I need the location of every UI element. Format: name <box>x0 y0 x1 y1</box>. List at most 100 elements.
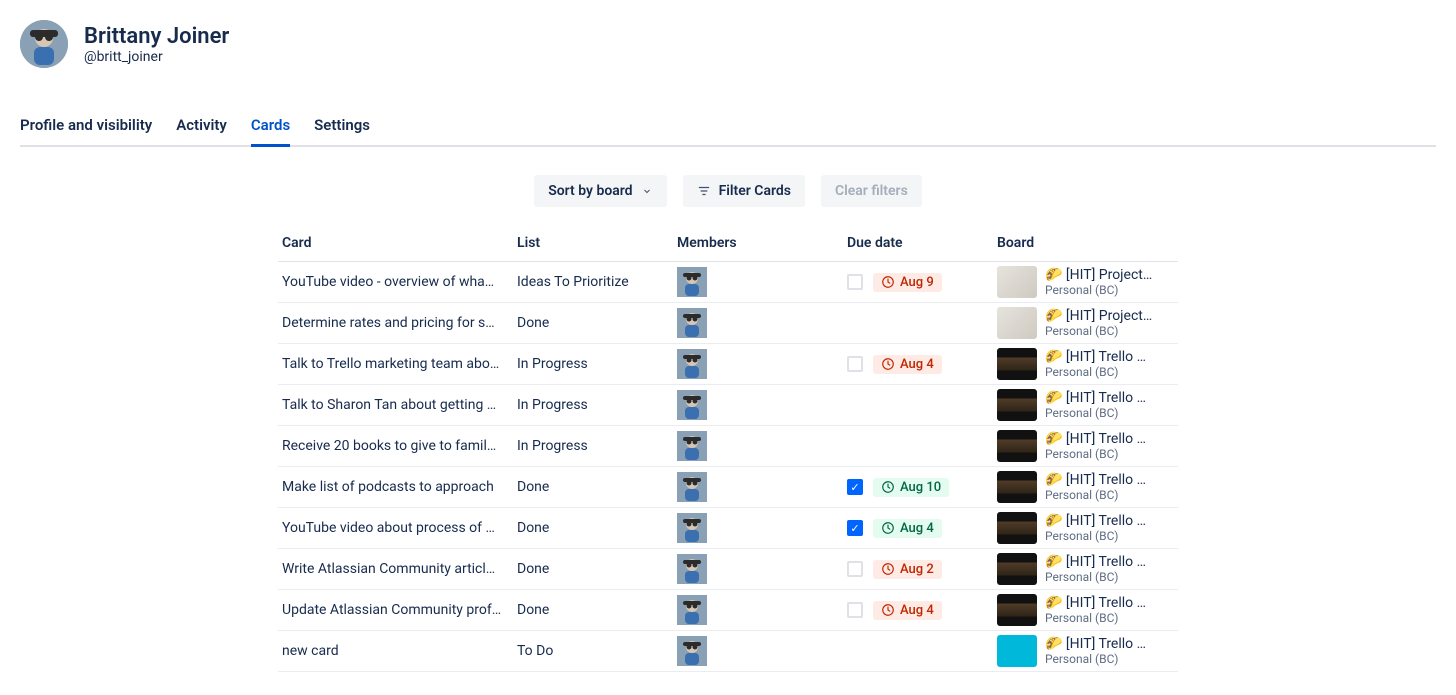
clock-icon <box>881 275 895 289</box>
card-members <box>677 390 847 420</box>
member-avatar[interactable] <box>677 349 707 379</box>
due-badge: Aug 9 <box>873 273 942 292</box>
card-board[interactable]: 🌮 [HIT] Project…Personal (BC) <box>997 266 1182 298</box>
tab-activity[interactable]: Activity <box>176 108 227 147</box>
card-list: In Progress <box>517 438 677 454</box>
card-board[interactable]: 🌮 [HIT] Trello …Personal (BC) <box>997 389 1182 421</box>
card-board[interactable]: 🌮 [HIT] Trello …Personal (BC) <box>997 471 1182 503</box>
card-title: Talk to Trello marketing team abo… <box>282 356 517 372</box>
card-board[interactable]: 🌮 [HIT] Project…Personal (BC) <box>997 307 1182 339</box>
board-name: 🌮 [HIT] Trello … <box>1045 431 1146 447</box>
card-board[interactable]: 🌮 [HIT] Trello …Personal (BC) <box>997 594 1182 626</box>
sort-label: Sort by board <box>548 183 632 199</box>
col-due: Due date <box>847 235 997 251</box>
table-row[interactable]: Write Atlassian Community articl…DoneAug… <box>278 549 1178 590</box>
board-thumbnail <box>997 389 1037 421</box>
card-title: Update Atlassian Community prof… <box>282 602 517 618</box>
avatar-icon <box>20 20 68 68</box>
board-thumbnail <box>997 594 1037 626</box>
board-name: 🌮 [HIT] Trello … <box>1045 595 1146 611</box>
board-workspace: Personal (BC) <box>1045 406 1146 420</box>
card-list: Ideas To Prioritize <box>517 274 677 290</box>
profile-avatar[interactable] <box>20 20 68 68</box>
card-due: ✓ Aug 4 <box>847 519 997 538</box>
card-due: Aug 9 <box>847 273 997 292</box>
table-row[interactable]: Talk to Sharon Tan about getting …In Pro… <box>278 385 1178 426</box>
card-members <box>677 472 847 502</box>
due-badge: Aug 4 <box>873 519 942 538</box>
due-checkbox[interactable]: ✓ <box>847 479 863 495</box>
due-checkbox[interactable] <box>847 356 863 372</box>
due-badge: Aug 10 <box>873 478 949 497</box>
card-due: Aug 2 <box>847 560 997 579</box>
clock-icon <box>881 357 895 371</box>
member-avatar[interactable] <box>677 472 707 502</box>
card-board[interactable]: 🌮 [HIT] Trello …Personal (BC) <box>997 348 1182 380</box>
due-badge: Aug 2 <box>873 560 942 579</box>
table-row[interactable]: Receive 20 books to give to famil…In Pro… <box>278 426 1178 467</box>
cards-table: Card List Members Due date Board YouTube… <box>278 235 1178 672</box>
member-avatar[interactable] <box>677 308 707 338</box>
board-workspace: Personal (BC) <box>1045 324 1152 338</box>
board-name: 🌮 [HIT] Trello … <box>1045 554 1146 570</box>
board-thumbnail <box>997 471 1037 503</box>
card-board[interactable]: 🌮 [HIT] Trello …Personal (BC) <box>997 553 1182 585</box>
card-title: YouTube video - overview of wha… <box>282 274 517 290</box>
table-row[interactable]: Make list of podcasts to approachDone ✓ Au… <box>278 467 1178 508</box>
card-list: Done <box>517 520 677 536</box>
card-title: new card <box>282 643 517 659</box>
card-list: Done <box>517 479 677 495</box>
board-workspace: Personal (BC) <box>1045 365 1146 379</box>
board-name: 🌮 [HIT] Trello … <box>1045 349 1146 365</box>
member-avatar[interactable] <box>677 513 707 543</box>
table-row[interactable]: Talk to Trello marketing team abo…In Pro… <box>278 344 1178 385</box>
tab-profile-and-visibility[interactable]: Profile and visibility <box>20 108 152 147</box>
board-workspace: Personal (BC) <box>1045 447 1146 461</box>
card-list: In Progress <box>517 356 677 372</box>
tab-settings[interactable]: Settings <box>314 108 370 147</box>
member-avatar[interactable] <box>677 390 707 420</box>
table-row[interactable]: Determine rates and pricing for s…Done🌮 … <box>278 303 1178 344</box>
due-checkbox[interactable] <box>847 602 863 618</box>
card-board[interactable]: 🌮 [HIT] Trello …Personal (BC) <box>997 430 1182 462</box>
card-members <box>677 636 847 666</box>
card-board[interactable]: 🌮 [HIT] Trello …Personal (BC) <box>997 512 1182 544</box>
clock-icon <box>881 603 895 617</box>
card-members <box>677 431 847 461</box>
table-row[interactable]: new cardTo Do🌮 [HIT] Trello …Personal (B… <box>278 631 1178 672</box>
table-row[interactable]: YouTube video - overview of wha…Ideas To… <box>278 262 1178 303</box>
member-avatar[interactable] <box>677 636 707 666</box>
member-avatar[interactable] <box>677 267 707 297</box>
clock-icon <box>881 562 895 576</box>
sort-button[interactable]: Sort by board <box>534 175 666 207</box>
card-board[interactable]: 🌮 [HIT] Trello …Personal (BC) <box>997 635 1182 667</box>
user-handle: @britt_joiner <box>84 49 229 65</box>
card-list: To Do <box>517 643 677 659</box>
card-members <box>677 513 847 543</box>
due-checkbox[interactable] <box>847 561 863 577</box>
board-thumbnail <box>997 553 1037 585</box>
board-name: 🌮 [HIT] Trello … <box>1045 472 1146 488</box>
member-avatar[interactable] <box>677 554 707 584</box>
member-avatar[interactable] <box>677 595 707 625</box>
card-title: Make list of podcasts to approach <box>282 479 517 495</box>
tab-cards[interactable]: Cards <box>251 108 290 147</box>
card-title: YouTube video about process of … <box>282 520 517 536</box>
card-due: Aug 4 <box>847 601 997 620</box>
due-checkbox[interactable] <box>847 274 863 290</box>
card-members <box>677 308 847 338</box>
card-title: Determine rates and pricing for s… <box>282 315 517 331</box>
table-row[interactable]: Update Atlassian Community prof…DoneAug … <box>278 590 1178 631</box>
board-workspace: Personal (BC) <box>1045 611 1146 625</box>
member-avatar[interactable] <box>677 431 707 461</box>
board-thumbnail <box>997 512 1037 544</box>
board-workspace: Personal (BC) <box>1045 529 1146 543</box>
card-list: Done <box>517 561 677 577</box>
card-members <box>677 595 847 625</box>
clear-filters-button: Clear filters <box>821 175 922 207</box>
due-checkbox[interactable]: ✓ <box>847 520 863 536</box>
filter-button[interactable]: Filter Cards <box>683 175 805 207</box>
table-row[interactable]: YouTube video about process of …Done ✓ Aug… <box>278 508 1178 549</box>
board-name: 🌮 [HIT] Trello … <box>1045 513 1146 529</box>
clear-label: Clear filters <box>835 183 908 199</box>
